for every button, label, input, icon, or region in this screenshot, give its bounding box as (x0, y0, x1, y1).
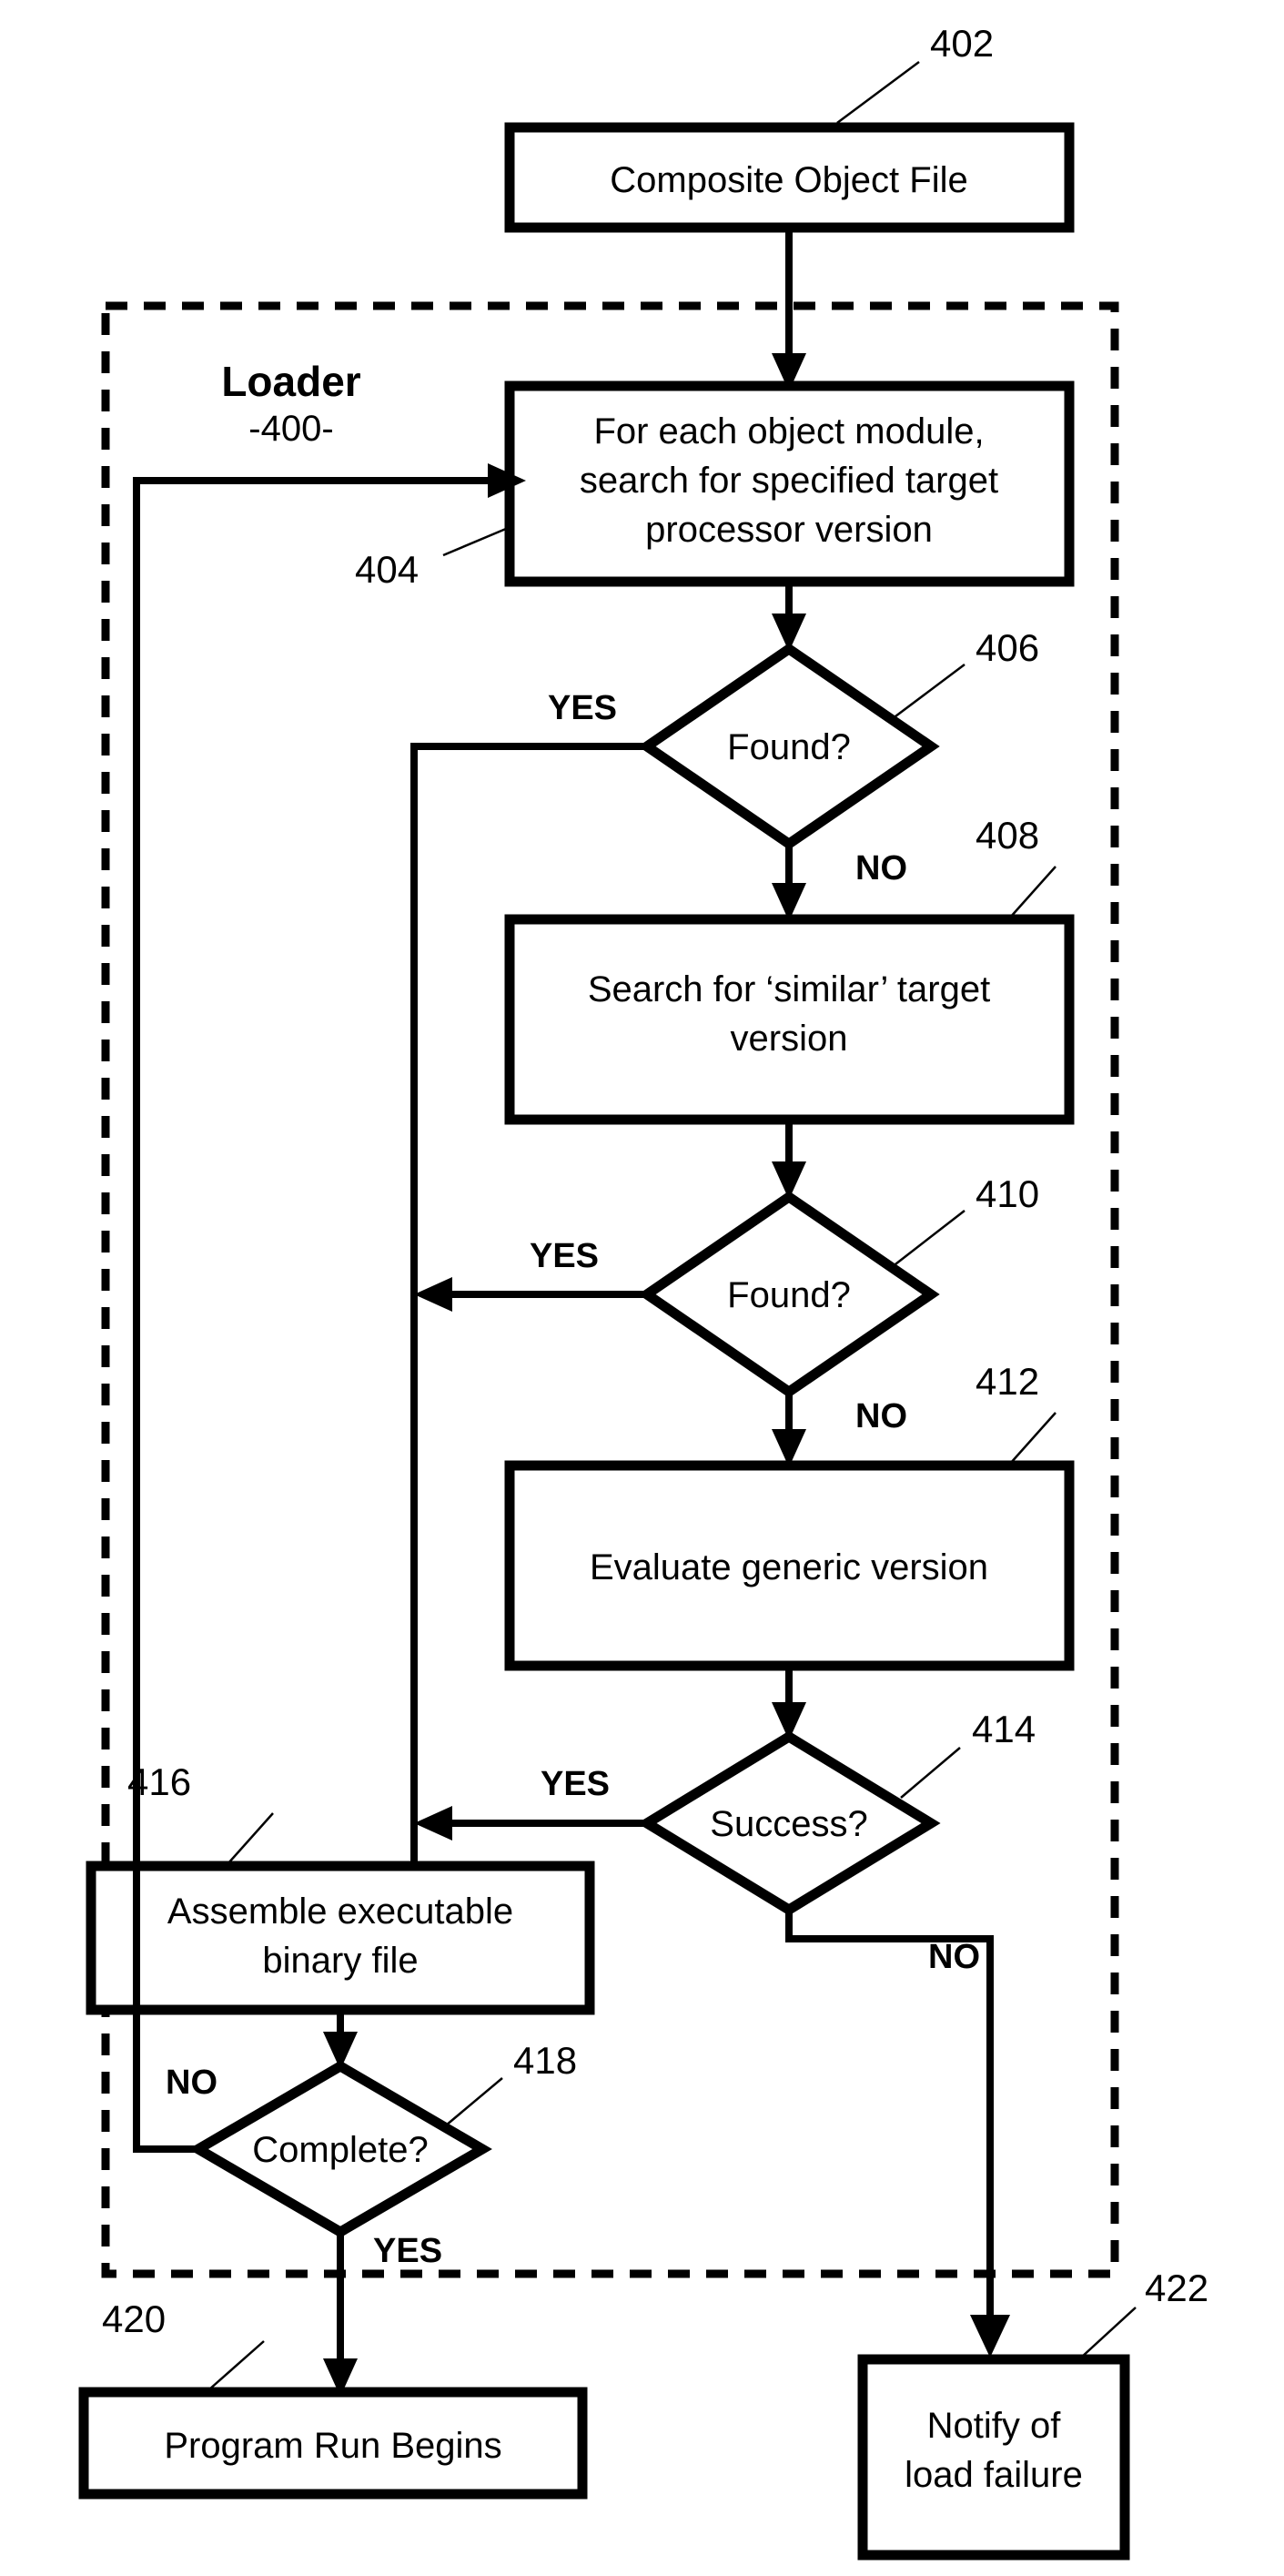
box-416-label-line2: binary file (262, 1941, 418, 1981)
label-406-yes: YES (548, 689, 617, 727)
node-notify-load-failure: Notify of load failure (857, 2354, 1130, 2561)
leader-404 (442, 524, 513, 557)
ref-422: 422 (1145, 2267, 1208, 2309)
leader-416 (227, 1812, 274, 1865)
leader-422 (1080, 2307, 1137, 2358)
leader-406 (891, 664, 966, 720)
ref-420: 420 (102, 2297, 166, 2340)
node-complete-decision: Complete? (188, 2060, 492, 2238)
label-414-no: NO (928, 1938, 980, 1976)
box-412-label: Evaluate generic version (590, 1547, 988, 1587)
ref-418: 418 (513, 2039, 577, 2082)
box-402-label: Composite Object File (610, 160, 967, 200)
diamond-418-label: Complete? (252, 2130, 428, 2170)
label-410-yes: YES (530, 1237, 599, 1275)
label-410-no: NO (855, 1397, 907, 1435)
ref-410: 410 (976, 1172, 1039, 1215)
box-404-label-line1: For each object module, (593, 411, 984, 451)
leader-418 (445, 2077, 503, 2126)
node-found-decision-1: Found? (638, 643, 940, 850)
node-success-decision: Success? (637, 1730, 941, 1916)
label-406-no: NO (855, 849, 907, 887)
box-420-label: Program Run Begins (164, 2426, 501, 2466)
label-414-yes: YES (541, 1765, 610, 1803)
box-422-label-line2: load failure (905, 2455, 1083, 2495)
loader-reference-number: -400- (248, 409, 333, 449)
ref-404: 404 (355, 548, 419, 591)
node-search-specified-target: For each object module, search for speci… (504, 380, 1075, 587)
node-search-similar-target: Search for ‘similar’ target version (504, 914, 1075, 1125)
arrowhead-414-yes (414, 1806, 452, 1841)
loader-title: Loader (221, 358, 360, 405)
arrowhead-414-no-to-422 (970, 2315, 1010, 2358)
box-408-label-line2: version (731, 1019, 848, 1059)
diamond-414-label: Success? (710, 1804, 867, 1844)
diamond-406-label: Found? (727, 727, 851, 767)
ref-412: 412 (976, 1360, 1039, 1403)
diamond-410-label: Found? (727, 1275, 851, 1315)
node-assemble-binary: Assemble executable binary file (86, 1861, 595, 2015)
box-408-label-line1: Search for ‘similar’ target (588, 969, 990, 1009)
box-404-label-line2: search for specified target (580, 461, 998, 501)
node-found-decision-2: Found? (638, 1191, 940, 1398)
leader-414 (900, 1747, 961, 1799)
leader-408 (1009, 866, 1057, 918)
ref-402: 402 (930, 22, 994, 65)
box-404-label-line3: processor version (645, 510, 933, 550)
ref-414: 414 (972, 1708, 1036, 1750)
ref-406: 406 (976, 626, 1039, 669)
box-416 (86, 1861, 595, 2015)
leader-412 (1009, 1412, 1057, 1465)
ref-408: 408 (976, 814, 1039, 857)
box-422-label-line1: Notify of (927, 2406, 1062, 2446)
box-416-label-line1: Assemble executable (167, 1891, 513, 1932)
leader-410 (891, 1210, 966, 1268)
label-418-no: NO (166, 2064, 217, 2102)
label-418-yes: YES (373, 2232, 442, 2270)
node-evaluate-generic-version: Evaluate generic version (504, 1460, 1075, 1671)
leader-402 (836, 60, 920, 125)
node-program-run-begins: Program Run Begins (78, 2387, 588, 2500)
leader-420 (208, 2340, 265, 2390)
arrowhead-410-yes (414, 1277, 452, 1312)
flowchart-figure: Loader -400- Composite Object File 402 F… (78, 22, 1208, 2561)
node-composite-object-file: Composite Object File (504, 122, 1075, 233)
